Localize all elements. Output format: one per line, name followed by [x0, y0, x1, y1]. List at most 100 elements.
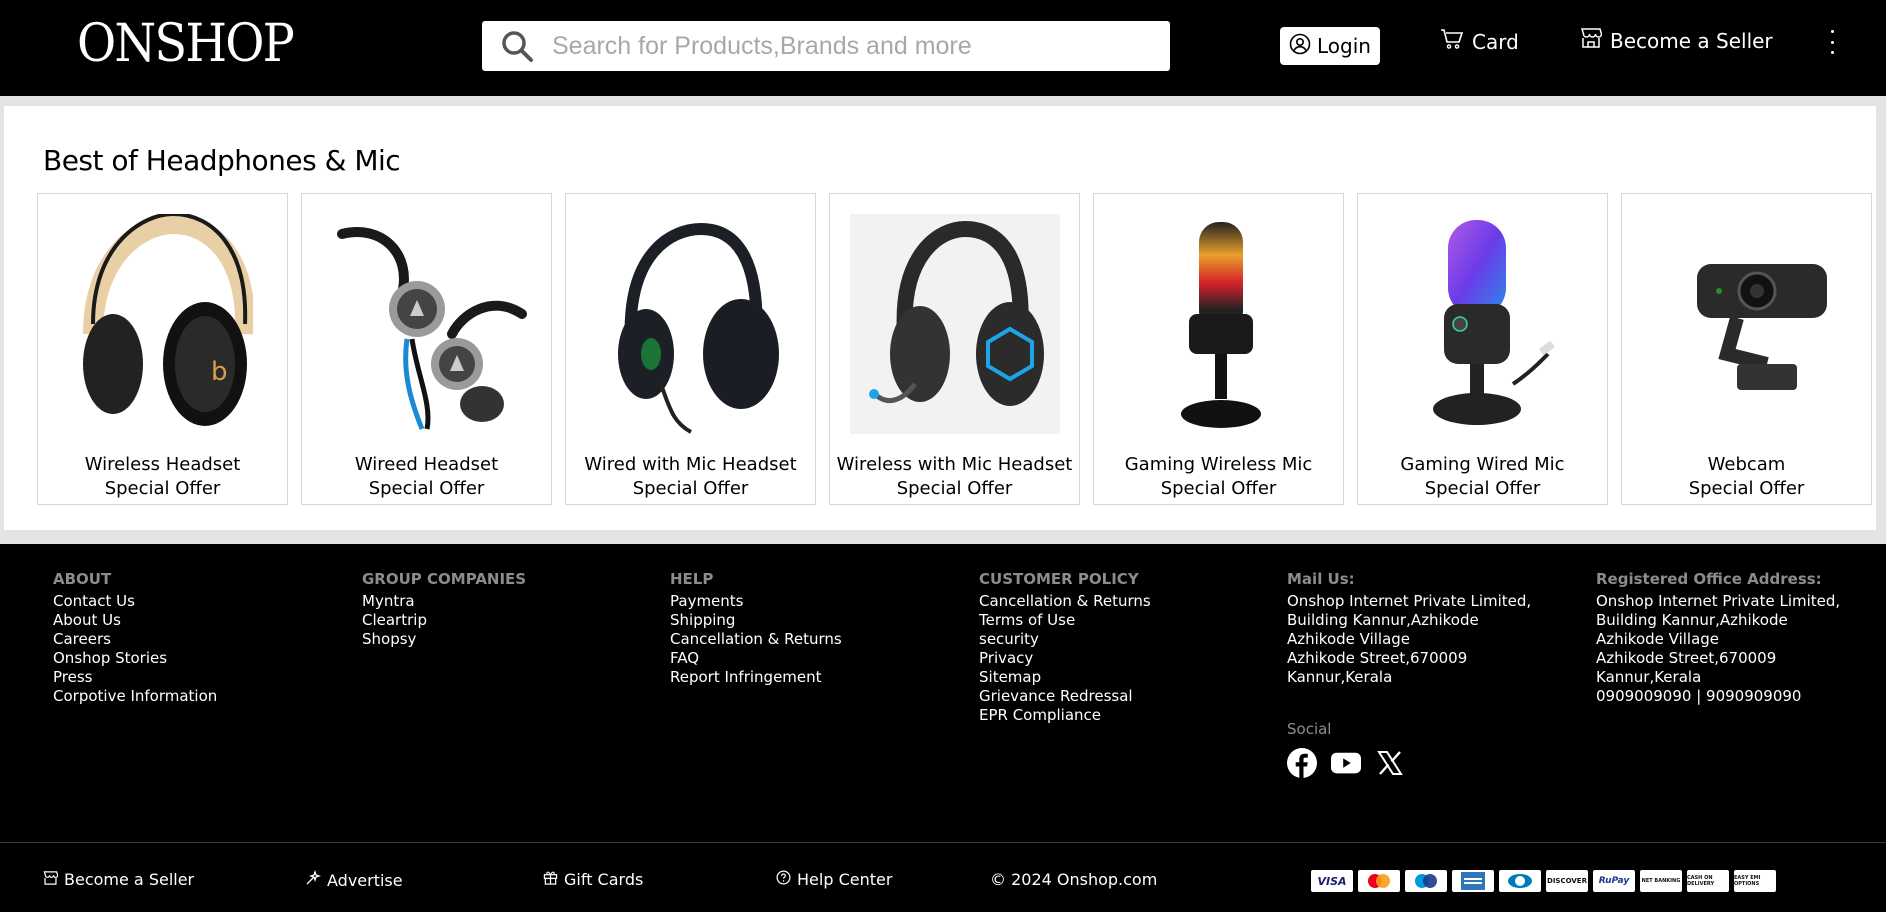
gift-cards-link[interactable]: Gift Cards	[543, 870, 643, 889]
footer-link[interactable]: Cancellation & Returns	[979, 592, 1151, 611]
product-card[interactable]: Wireless with Mic Headset Special Offer	[829, 193, 1080, 505]
header: ONSHOP Login Card Become a Seller	[0, 0, 1886, 96]
advertise-link[interactable]: Advertise	[305, 869, 403, 890]
footer-link[interactable]: Onshop Stories	[53, 649, 217, 668]
footer-link[interactable]: About Us	[53, 611, 217, 630]
gift-cards-label: Gift Cards	[564, 870, 644, 889]
product-name: Gaming Wired Mic	[1400, 454, 1565, 475]
footer-help: HELP Payments Shipping Cancellation & Re…	[670, 570, 842, 687]
footer-registered-office: Registered Office Address: Onshop Intern…	[1596, 570, 1840, 706]
footer-link[interactable]: Press	[53, 668, 217, 687]
product-cards: b Wireless Headset Special Offer Wireed …	[37, 193, 1872, 505]
facebook-icon[interactable]	[1287, 748, 1317, 778]
mastercard-icon	[1358, 870, 1400, 892]
product-name: Webcam	[1707, 454, 1786, 475]
footer-link[interactable]: Contact Us	[53, 592, 217, 611]
wireless-mic-headset-image	[850, 214, 1060, 434]
become-seller-link[interactable]: Become a Seller	[1580, 28, 1773, 53]
become-seller-label: Become a Seller	[64, 870, 195, 889]
login-label: Login	[1317, 34, 1371, 58]
product-card[interactable]: b Wireless Headset Special Offer	[37, 193, 288, 505]
product-offer: Special Offer	[104, 478, 221, 499]
footer-link[interactable]: Sitemap	[979, 668, 1151, 687]
payment-methods: VISA DISCOVER RuPay NET BANKING CASH ON …	[1311, 870, 1776, 892]
cart-icon	[1440, 28, 1464, 55]
store-icon	[1580, 28, 1603, 53]
become-seller-footer-link[interactable]: Become a Seller	[43, 870, 194, 889]
maestro-icon	[1405, 870, 1447, 892]
footer-link[interactable]: security	[979, 630, 1151, 649]
rupay-icon: RuPay	[1593, 870, 1635, 892]
copyright: © 2024 Onshop.com	[990, 870, 1158, 889]
footer-heading: GROUP COMPANIES	[362, 570, 527, 588]
product-card[interactable]: Wired with Mic Headset Special Offer	[565, 193, 816, 505]
footer-about: ABOUT Contact Us About Us Careers Onshop…	[53, 570, 217, 706]
address-line: Building Kannur,Azhikode	[1596, 611, 1788, 629]
address-line: Azhikode Village	[1287, 630, 1411, 648]
address-line: Onshop Internet Private Limited,	[1287, 592, 1532, 610]
footer-heading: ABOUT	[53, 570, 112, 588]
social-links	[1287, 748, 1405, 778]
search-icon[interactable]	[482, 21, 552, 71]
footer-link[interactable]: Shopsy	[362, 630, 526, 649]
address-line: Azhikode Village	[1596, 630, 1720, 648]
footer-link[interactable]: FAQ	[670, 649, 842, 668]
footer-link[interactable]: Terms of Use	[979, 611, 1151, 630]
amex-icon	[1452, 870, 1494, 892]
product-card[interactable]: Gaming Wireless Mic Special Offer	[1093, 193, 1344, 505]
main-content: Best of Headphones & Mic b Wireless Head…	[0, 96, 1886, 544]
wired-earphones-image	[322, 214, 532, 434]
product-offer: Special Offer	[1160, 478, 1277, 499]
login-button[interactable]: Login	[1280, 27, 1380, 65]
footer-link[interactable]: Report Infringement	[670, 668, 842, 687]
footer-heading: CUSTOMER POLICY	[979, 570, 1139, 588]
help-icon	[776, 870, 791, 889]
webcam-image	[1642, 214, 1852, 434]
footer-link[interactable]: Careers	[53, 630, 217, 649]
visa-icon: VISA	[1311, 870, 1353, 892]
footer-link[interactable]: Privacy	[979, 649, 1151, 668]
footer-link[interactable]: Myntra	[362, 592, 526, 611]
sparkle-icon	[305, 869, 322, 890]
product-offer: Special Offer	[368, 478, 485, 499]
product-name: Wireed Headset	[354, 454, 499, 475]
footer-heading: Mail Us:	[1287, 570, 1355, 588]
footer-link[interactable]: Grievance Redressal	[979, 687, 1151, 706]
footer-link[interactable]: Shipping	[670, 611, 842, 630]
product-section: Best of Headphones & Mic b Wireless Head…	[4, 106, 1876, 530]
x-twitter-icon[interactable]	[1375, 748, 1405, 778]
phone-numbers: 0909009090 | 9090909090	[1596, 687, 1802, 705]
footer-group-companies: GROUP COMPANIES Myntra Cleartrip Shopsy	[362, 570, 526, 649]
product-offer: Special Offer	[632, 478, 749, 499]
product-card[interactable]: Gaming Wired Mic Special Offer	[1357, 193, 1608, 505]
easy-emi-icon: EASY EMI OPTIONS	[1734, 870, 1776, 892]
product-card[interactable]: Wireed Headset Special Offer	[301, 193, 552, 505]
more-menu-icon[interactable]	[1824, 30, 1840, 54]
diners-club-icon	[1499, 870, 1541, 892]
product-name: Wireless with Mic Headset	[836, 454, 1073, 475]
footer-link[interactable]: Corpotive Information	[53, 687, 217, 706]
footer-link[interactable]: Cancellation & Returns	[670, 630, 842, 649]
social-heading: Social	[1287, 720, 1332, 738]
product-card[interactable]: Webcam Special Offer	[1621, 193, 1872, 505]
product-offer: Special Offer	[896, 478, 1013, 499]
footer-link[interactable]: Payments	[670, 592, 842, 611]
youtube-icon[interactable]	[1331, 748, 1361, 778]
footer: ABOUT Contact Us About Us Careers Onshop…	[0, 544, 1886, 912]
advertise-label: Advertise	[327, 870, 403, 890]
footer-customer-policy: CUSTOMER POLICY Cancellation & Returns T…	[979, 570, 1151, 725]
logo[interactable]: ONSHOP	[77, 14, 295, 74]
search-input[interactable]	[552, 31, 1152, 61]
help-center-link[interactable]: Help Center	[776, 870, 892, 889]
wireless-headset-image: b	[58, 214, 268, 434]
wired-mic-headset-image	[586, 214, 796, 434]
search-bar[interactable]	[482, 21, 1170, 71]
become-seller-label: Become a Seller	[1610, 28, 1773, 53]
footer-link[interactable]: Cleartrip	[362, 611, 526, 630]
address-line: Kannur,Kerala	[1596, 668, 1702, 686]
footer-link[interactable]: EPR Compliance	[979, 706, 1151, 725]
section-title: Best of Headphones & Mic	[43, 144, 401, 177]
product-name: Gaming Wireless Mic	[1124, 454, 1313, 475]
product-offer: Special Offer	[1424, 478, 1541, 499]
cart-link[interactable]: Card	[1440, 28, 1519, 55]
